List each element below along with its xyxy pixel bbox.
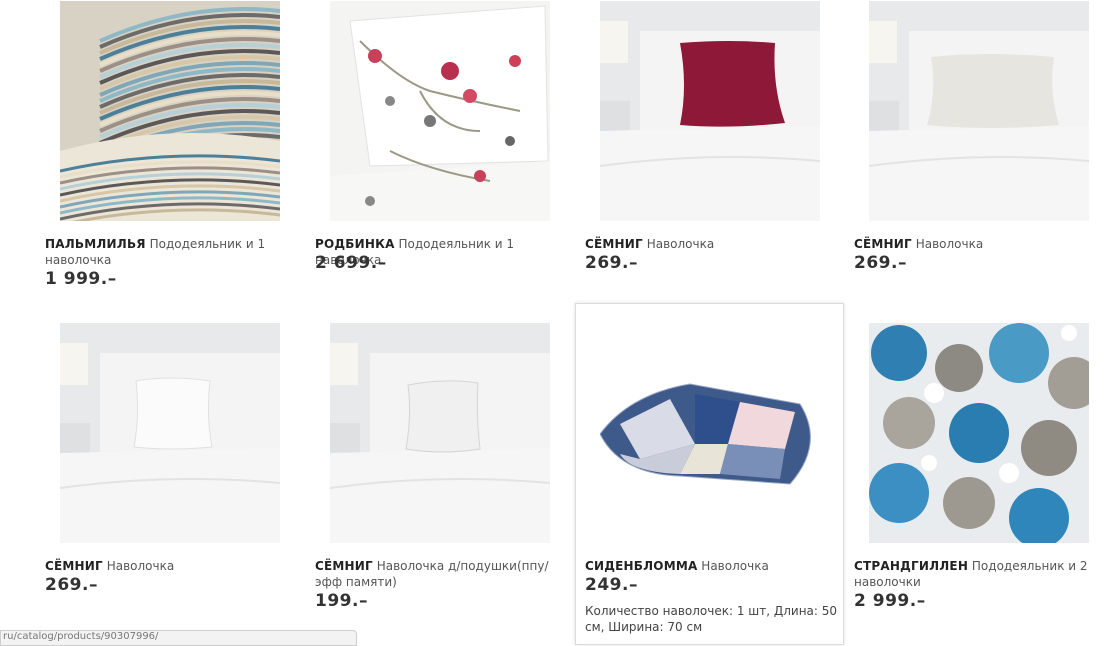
product-title[interactable]: СЁМНИГ Наволочка [45,558,285,574]
product-image[interactable] [330,323,550,543]
product-name[interactable]: СЁМНИГ [315,559,373,573]
product-price: 2 999.– [854,591,926,611]
product-title[interactable]: ПАЛЬМЛИЛЬЯ Пододеяльник и 1 наволочка [45,236,285,268]
product-card-hovered[interactable]: СИДЕНБЛОММА Наволочка 249.– Количество н… [575,303,844,645]
product-name[interactable]: СИДЕНБЛОММА [585,559,697,573]
product-image[interactable] [600,324,820,544]
product-price: 1 999.– [45,269,117,289]
product-price: 269.– [854,253,907,273]
product-price: 2 699.– [315,253,387,273]
product-name[interactable]: ПАЛЬМЛИЛЬЯ [45,237,146,251]
product-image[interactable] [869,1,1089,221]
product-title[interactable]: СЁМНИГ Наволочка [585,236,825,252]
product-image[interactable] [330,1,550,221]
product-price: 269.– [585,253,638,273]
product-attributes: Количество наволочек: 1 шт, Длина: 50 см… [585,604,838,634]
product-image[interactable] [869,323,1089,543]
product-image[interactable] [60,323,280,543]
product-card[interactable]: СТРАНДГИЛЛЕН Пододеяльник и 2 наволочки … [854,322,1094,622]
browser-status-url: ru/catalog/products/90307996/ [0,630,357,646]
product-description: Наволочка [915,237,984,251]
product-title[interactable]: СИДЕНБЛОММА Наволочка [585,558,835,574]
product-card[interactable]: СЁМНИГ Наволочка 269.– [585,0,825,300]
product-image[interactable] [60,1,280,221]
product-title[interactable]: СЁМНИГ Наволочка [854,236,1094,252]
product-card[interactable]: РОДБИНКА Пододеяльник и 1 наволочка 2 69… [315,0,555,300]
product-price: 199.– [315,591,368,611]
product-name[interactable]: СЁМНИГ [585,237,643,251]
product-card[interactable]: СЁМНИГ Наволочка 269.– [854,0,1094,300]
product-price: 249.– [585,575,638,595]
product-name[interactable]: РОДБИНКА [315,237,395,251]
product-name[interactable]: СЁМНИГ [45,559,103,573]
product-card[interactable]: ПАЛЬМЛИЛЬЯ Пододеяльник и 1 наволочка 1 … [45,0,285,300]
product-price: 269.– [45,575,98,595]
product-title[interactable]: СТРАНДГИЛЛЕН Пододеяльник и 2 наволочки [854,558,1094,590]
product-name[interactable]: СЁМНИГ [854,237,912,251]
product-description: Наволочка [701,559,769,573]
product-title[interactable]: СЁМНИГ Наволочка д/подушки(ппу/эфф памят… [315,558,575,590]
product-card[interactable]: СЁМНИГ Наволочка д/подушки(ппу/эфф памят… [315,322,555,622]
product-image[interactable] [600,1,820,221]
product-description: Наволочка [646,237,715,251]
product-card[interactable]: СЁМНИГ Наволочка 269.– [45,322,285,622]
product-name[interactable]: СТРАНДГИЛЛЕН [854,559,968,573]
product-description: Наволочка [106,559,175,573]
